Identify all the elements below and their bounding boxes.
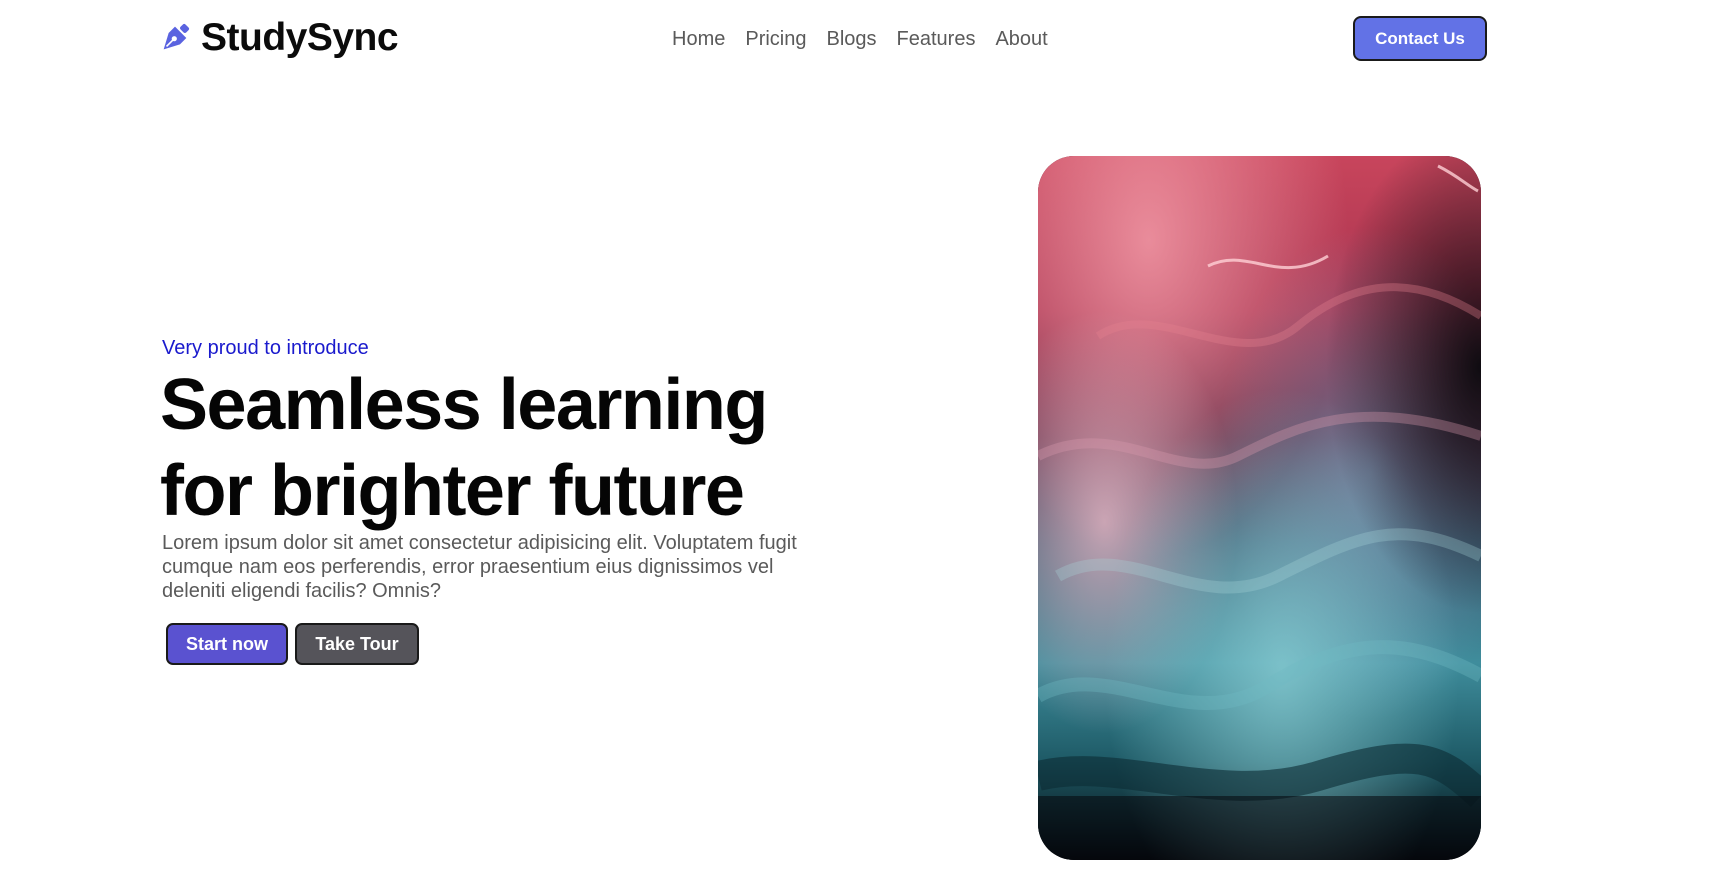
hero-description: Lorem ipsum dolor sit amet consectetur a…	[162, 532, 797, 602]
nav-item-about[interactable]: About	[995, 22, 1047, 56]
nav-item-pricing[interactable]: Pricing	[745, 22, 806, 56]
hero-headline: Seamless learning for brighter future	[160, 362, 880, 534]
nav-item-features[interactable]: Features	[897, 22, 976, 56]
start-now-button[interactable]: Start now	[166, 623, 288, 665]
headline-line-2: for brighter future	[160, 451, 745, 531]
pen-nib-icon	[157, 20, 193, 56]
take-tour-button[interactable]: Take Tour	[295, 623, 419, 665]
brand-name: StudySync	[201, 16, 399, 59]
brand-logo-link[interactable]: StudySync	[157, 16, 399, 60]
site-header: StudySync Home Pricing Blogs Features Ab…	[0, 0, 1732, 80]
contact-us-button[interactable]: Contact Us	[1353, 16, 1487, 61]
hero-cta-group: Start now Take Tour	[166, 623, 419, 665]
hero-image	[1038, 156, 1481, 860]
hero-eyebrow: Very proud to introduce	[162, 337, 369, 359]
main-nav: Home Pricing Blogs Features About	[672, 22, 1048, 56]
nav-item-blogs[interactable]: Blogs	[827, 22, 877, 56]
headline-line-1: Seamless learning	[160, 365, 768, 445]
nav-item-home[interactable]: Home	[672, 22, 725, 56]
abstract-fluid-art	[1038, 156, 1481, 860]
